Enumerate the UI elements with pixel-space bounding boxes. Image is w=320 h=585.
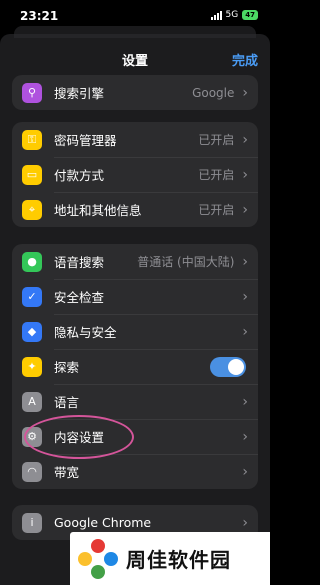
settings-row-privacy[interactable]: ◆ 隐私与安全 › xyxy=(12,314,258,349)
signal-icon xyxy=(210,10,222,20)
row-label: 语言 xyxy=(54,395,80,410)
microphone-icon: ● xyxy=(22,251,42,272)
row-label: 搜索引擎 xyxy=(54,86,105,101)
settings-row-languages[interactable]: A 语言 › xyxy=(12,384,258,419)
status-time: 23:21 xyxy=(20,9,59,23)
status-indicators: 5G 47 xyxy=(210,10,258,20)
chevron-right-icon: › xyxy=(242,463,248,480)
row-label: 安全检查 xyxy=(54,290,105,305)
settings-row-addresses[interactable]: ⌖ 地址和其他信息 已开启 › xyxy=(12,192,258,227)
discover-toggle[interactable] xyxy=(210,356,246,377)
watermark-text: 周佳软件园 xyxy=(126,548,231,572)
group-autofill: ⚿ 密码管理器 已开启 › ▭ 付款方式 已开启 › ⌖ 地址和其他信息 已开启… xyxy=(12,122,258,227)
row-label: 语音搜索 xyxy=(54,255,105,270)
chevron-right-icon: › xyxy=(242,84,248,101)
row-label: 带宽 xyxy=(54,465,80,480)
battery-icon: 47 xyxy=(242,10,258,20)
row-value: 已开启 xyxy=(198,168,235,182)
chevron-right-icon: › xyxy=(242,393,248,410)
row-value: 普通话 (中国大陆) xyxy=(137,255,235,269)
row-label: 隐私与安全 xyxy=(54,325,117,340)
discover-icon: ✦ xyxy=(22,356,42,377)
settings-row-search-engine[interactable]: ⚲ 搜索引擎 Google › xyxy=(12,75,258,110)
row-label: 密码管理器 xyxy=(54,133,117,148)
row-value: 已开启 xyxy=(198,203,235,217)
settings-row-voice-search[interactable]: ● 语音搜索 普通话 (中国大陆) › xyxy=(12,244,258,279)
chevron-right-icon: › xyxy=(242,514,248,531)
settings-row-payment-methods[interactable]: ▭ 付款方式 已开启 › xyxy=(12,157,258,192)
row-label: 地址和其他信息 xyxy=(54,203,142,218)
row-label: Google Chrome xyxy=(54,515,152,530)
chevron-right-icon: › xyxy=(242,253,248,270)
info-icon: i xyxy=(22,512,42,533)
page-title: 设置 xyxy=(121,53,148,69)
done-button[interactable]: 完成 xyxy=(232,50,258,69)
chevron-right-icon: › xyxy=(242,323,248,340)
chevron-right-icon: › xyxy=(242,166,248,183)
wifi-icon: ◠ xyxy=(22,461,42,482)
shield-check-icon: ✓ xyxy=(22,286,42,307)
row-label: 探索 xyxy=(54,360,80,375)
chevron-right-icon: › xyxy=(242,288,248,305)
shield-lock-icon: ◆ xyxy=(22,321,42,342)
translate-icon: A xyxy=(22,391,42,412)
row-value: 已开启 xyxy=(198,133,235,147)
group-search: ⚲ 搜索引擎 Google › xyxy=(12,75,258,110)
row-label: 付款方式 xyxy=(54,168,105,183)
network-label: 5G xyxy=(225,10,239,20)
chevron-right-icon: › xyxy=(242,131,248,148)
search-icon: ⚲ xyxy=(22,82,42,103)
settings-row-bandwidth[interactable]: ◠ 带宽 › xyxy=(12,454,258,489)
settings-row-safety-check[interactable]: ✓ 安全检查 › xyxy=(12,279,258,314)
watermark-logo-icon xyxy=(78,538,118,579)
key-icon: ⚿ xyxy=(22,129,42,150)
settings-row-password-manager[interactable]: ⚿ 密码管理器 已开启 › xyxy=(12,122,258,157)
row-value: Google xyxy=(192,85,235,100)
nav-bar: 设置 完成 xyxy=(0,38,270,80)
location-pin-icon: ⌖ xyxy=(22,199,42,220)
watermark: 周佳软件园 xyxy=(70,532,270,585)
credit-card-icon: ▭ xyxy=(22,164,42,185)
highlight-annotation xyxy=(24,415,134,459)
settings-row-discover: ✦ 探索 xyxy=(12,349,258,384)
chevron-right-icon: › xyxy=(242,428,248,445)
chevron-right-icon: › xyxy=(242,201,248,218)
